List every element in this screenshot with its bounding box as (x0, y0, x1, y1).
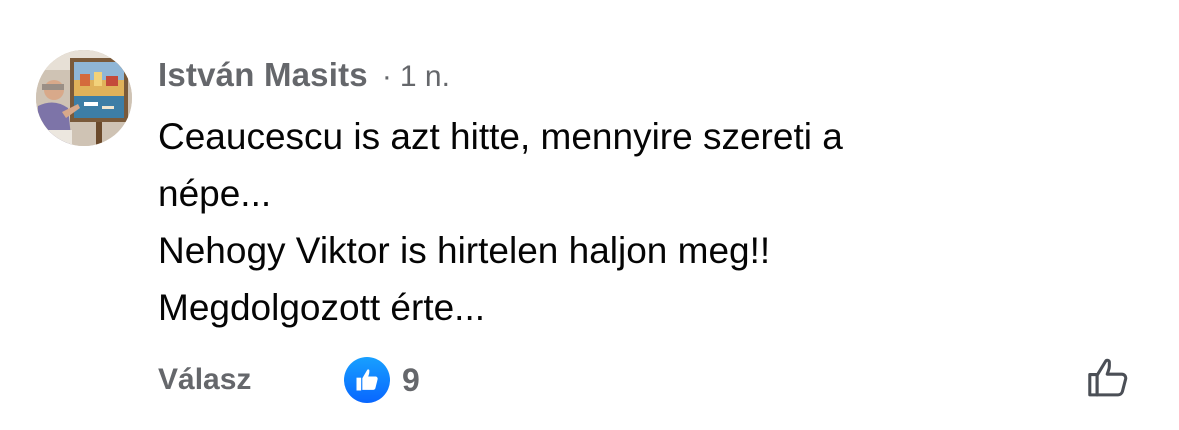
reply-button[interactable]: Válasz (158, 363, 251, 397)
comment-text-line: népe... (158, 173, 272, 214)
timestamp[interactable]: 1 n. (400, 60, 450, 94)
thumbs-up-outline-icon (1088, 358, 1128, 397)
separator-dot: · (381, 60, 392, 93)
like-thumb-icon (344, 357, 390, 403)
avatar-image (36, 50, 132, 146)
avatar[interactable] (36, 50, 132, 146)
comment-text-line: Nehogy Viktor is hirtelen haljon meg!! (158, 230, 771, 271)
like-button[interactable] (1082, 352, 1134, 404)
comment: István Masits · 1 n. Ceaucescu is azt hi… (0, 0, 1179, 430)
comment-text-line: Megdolgozott érte... (158, 287, 486, 328)
comment-actions: Válasz 9 (158, 356, 420, 404)
comment-body: Ceaucescu is azt hitte, mennyire szereti… (158, 108, 1058, 336)
comment-text-line: Ceaucescu is azt hitte, mennyire szereti… (158, 116, 843, 157)
comment-header: István Masits · 1 n. (158, 56, 450, 94)
reaction-summary[interactable]: 9 (344, 356, 420, 404)
author-name[interactable]: István Masits (158, 56, 368, 94)
reaction-count: 9 (402, 361, 420, 398)
